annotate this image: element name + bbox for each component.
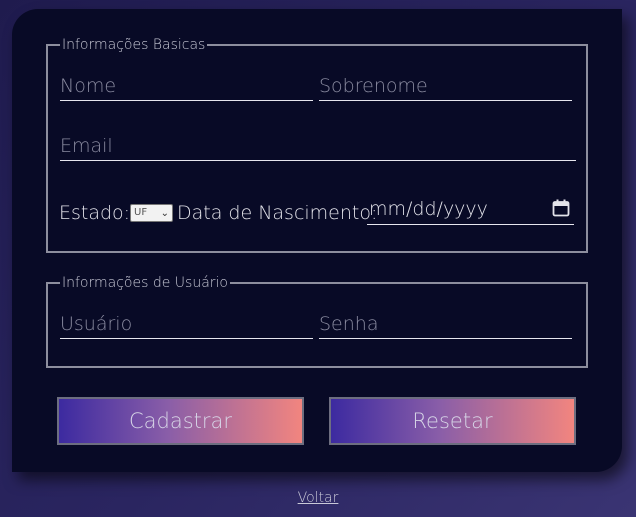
usuario-input[interactable]: Usuário [60,311,313,339]
form-card: Informações Basicas Nome Sobrenome Email… [12,9,622,472]
nascimento-date-input[interactable]: mm/dd/yyyy [367,195,574,225]
nascimento-date-value: mm/dd/yyyy [369,198,488,220]
basic-info-legend: Informações Basicas [62,37,206,53]
calendar-icon[interactable] [552,199,570,217]
estado-label: Estado: [59,202,131,224]
voltar-link[interactable]: Voltar [0,490,636,506]
chevron-down-icon: ⌄ [160,208,169,219]
nascimento-label: Data de Nascimento: [177,202,378,224]
estado-select-value: UF [134,207,148,218]
user-info-legend: Informações de Usuário [62,275,228,291]
cadastrar-button[interactable]: Cadastrar [57,397,304,445]
senha-input[interactable]: Senha [319,311,572,339]
estado-select[interactable]: UF ⌄ [130,204,173,222]
nome-input[interactable]: Nome [60,73,313,101]
email-input[interactable]: Email [60,133,576,161]
resetar-button[interactable]: Resetar [329,397,576,445]
sobrenome-input[interactable]: Sobrenome [319,73,572,101]
